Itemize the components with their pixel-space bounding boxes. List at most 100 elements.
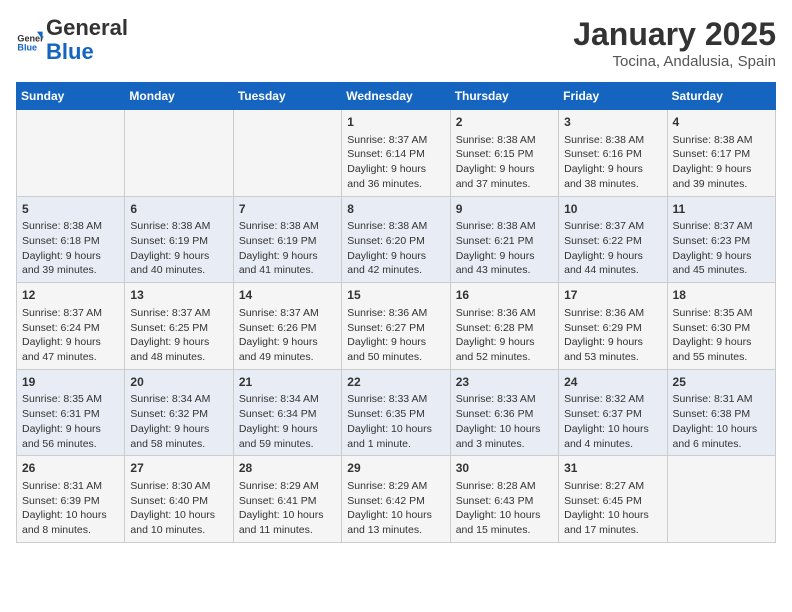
day-number: 24 [564, 374, 661, 391]
calendar-day-cell [233, 110, 341, 197]
day-number: 18 [673, 287, 770, 304]
calendar-day-cell: 20Sunrise: 8:34 AM Sunset: 6:32 PM Dayli… [125, 369, 233, 456]
day-info: Sunrise: 8:38 AM Sunset: 6:19 PM Dayligh… [130, 219, 227, 278]
day-info: Sunrise: 8:29 AM Sunset: 6:41 PM Dayligh… [239, 479, 336, 538]
day-number: 8 [347, 201, 444, 218]
calendar-day-cell: 21Sunrise: 8:34 AM Sunset: 6:34 PM Dayli… [233, 369, 341, 456]
day-number: 17 [564, 287, 661, 304]
day-number: 9 [456, 201, 553, 218]
calendar-day-cell: 22Sunrise: 8:33 AM Sunset: 6:35 PM Dayli… [342, 369, 450, 456]
logo-icon: General Blue [16, 26, 44, 54]
day-info: Sunrise: 8:28 AM Sunset: 6:43 PM Dayligh… [456, 479, 553, 538]
day-info: Sunrise: 8:37 AM Sunset: 6:26 PM Dayligh… [239, 306, 336, 365]
calendar-title: January 2025 [573, 16, 776, 53]
calendar-header: SundayMondayTuesdayWednesdayThursdayFrid… [17, 83, 776, 110]
calendar-week-row: 1 Sunrise: 8:37 AM Sunset: 6:14 PM Daylig… [17, 110, 776, 197]
day-number: 11 [673, 201, 770, 218]
day-number: 16 [456, 287, 553, 304]
calendar-day-cell: 13 Sunrise: 8:37 AM Sunset: 6:25 PM Dayli… [125, 283, 233, 370]
day-number: 13 [130, 287, 227, 304]
day-of-week-header: Saturday [667, 83, 775, 110]
day-of-week-header: Wednesday [342, 83, 450, 110]
day-number: 28 [239, 460, 336, 477]
day-number: 23 [456, 374, 553, 391]
calendar-day-cell: 4Sunrise: 8:38 AM Sunset: 6:17 PM Daylig… [667, 110, 775, 197]
calendar-day-cell [125, 110, 233, 197]
day-of-week-header: Monday [125, 83, 233, 110]
calendar-day-cell [667, 456, 775, 543]
day-number: 12 [22, 287, 119, 304]
day-info: Sunrise: 8:38 AM Sunset: 6:17 PM Dayligh… [673, 133, 770, 192]
day-of-week-header: Thursday [450, 83, 558, 110]
day-info: Sunrise: 8:37 AM Sunset: 6:14 PM Dayligh… [347, 133, 444, 192]
calendar-day-cell: 27 Sunrise: 8:30 AM Sunset: 6:40 PM Dayli… [125, 456, 233, 543]
calendar-day-cell: 10Sunrise: 8:37 AM Sunset: 6:22 PM Dayli… [559, 196, 667, 283]
day-info: Sunrise: 8:27 AM Sunset: 6:45 PM Dayligh… [564, 479, 661, 538]
day-info: Sunrise: 8:37 AM Sunset: 6:22 PM Dayligh… [564, 219, 661, 278]
day-number: 19 [22, 374, 119, 391]
calendar-day-cell: 8Sunrise: 8:38 AM Sunset: 6:20 PM Daylig… [342, 196, 450, 283]
day-number: 22 [347, 374, 444, 391]
day-info: Sunrise: 8:31 AM Sunset: 6:39 PM Dayligh… [22, 479, 119, 538]
calendar-day-cell: 5Sunrise: 8:38 AM Sunset: 6:18 PM Daylig… [17, 196, 125, 283]
day-info: Sunrise: 8:35 AM Sunset: 6:30 PM Dayligh… [673, 306, 770, 365]
logo-general-text: General [46, 15, 128, 40]
calendar-day-cell: 24Sunrise: 8:32 AM Sunset: 6:37 PM Dayli… [559, 369, 667, 456]
calendar-day-cell: 1 Sunrise: 8:37 AM Sunset: 6:14 PM Daylig… [342, 110, 450, 197]
calendar-day-cell: 6Sunrise: 8:38 AM Sunset: 6:19 PM Daylig… [125, 196, 233, 283]
day-number: 2 [456, 114, 553, 131]
title-block: January 2025 Tocina, Andalusia, Spain [573, 16, 776, 70]
page-header: General Blue General Blue January 2025 T… [16, 16, 776, 70]
day-info: Sunrise: 8:29 AM Sunset: 6:42 PM Dayligh… [347, 479, 444, 538]
day-info: Sunrise: 8:38 AM Sunset: 6:20 PM Dayligh… [347, 219, 444, 278]
day-number: 21 [239, 374, 336, 391]
day-info: Sunrise: 8:36 AM Sunset: 6:27 PM Dayligh… [347, 306, 444, 365]
calendar-body: 1 Sunrise: 8:37 AM Sunset: 6:14 PM Daylig… [17, 110, 776, 543]
day-number: 26 [22, 460, 119, 477]
calendar-table: SundayMondayTuesdayWednesdayThursdayFrid… [16, 82, 776, 543]
day-number: 31 [564, 460, 661, 477]
calendar-day-cell: 11Sunrise: 8:37 AM Sunset: 6:23 PM Dayli… [667, 196, 775, 283]
calendar-week-row: 12 Sunrise: 8:37 AM Sunset: 6:24 PM Dayli… [17, 283, 776, 370]
calendar-day-cell: 30 Sunrise: 8:28 AM Sunset: 6:43 PM Dayli… [450, 456, 558, 543]
calendar-day-cell: 14 Sunrise: 8:37 AM Sunset: 6:26 PM Dayli… [233, 283, 341, 370]
day-number: 1 [347, 114, 444, 131]
logo: General Blue General Blue [16, 16, 128, 64]
calendar-subtitle: Tocina, Andalusia, Spain [573, 53, 776, 70]
day-info: Sunrise: 8:34 AM Sunset: 6:34 PM Dayligh… [239, 392, 336, 451]
calendar-day-cell: 23Sunrise: 8:33 AM Sunset: 6:36 PM Dayli… [450, 369, 558, 456]
day-info: Sunrise: 8:37 AM Sunset: 6:23 PM Dayligh… [673, 219, 770, 278]
day-info: Sunrise: 8:36 AM Sunset: 6:29 PM Dayligh… [564, 306, 661, 365]
day-number: 6 [130, 201, 227, 218]
day-info: Sunrise: 8:38 AM Sunset: 6:21 PM Dayligh… [456, 219, 553, 278]
day-number: 7 [239, 201, 336, 218]
day-of-week-header: Friday [559, 83, 667, 110]
calendar-day-cell: 29Sunrise: 8:29 AM Sunset: 6:42 PM Dayli… [342, 456, 450, 543]
logo-blue-text: Blue [46, 39, 94, 64]
day-info: Sunrise: 8:32 AM Sunset: 6:37 PM Dayligh… [564, 392, 661, 451]
day-number: 14 [239, 287, 336, 304]
day-info: Sunrise: 8:33 AM Sunset: 6:35 PM Dayligh… [347, 392, 444, 451]
calendar-day-cell: 18 Sunrise: 8:35 AM Sunset: 6:30 PM Dayli… [667, 283, 775, 370]
day-of-week-header: Tuesday [233, 83, 341, 110]
day-number: 5 [22, 201, 119, 218]
day-number: 15 [347, 287, 444, 304]
calendar-day-cell: 19Sunrise: 8:35 AM Sunset: 6:31 PM Dayli… [17, 369, 125, 456]
day-info: Sunrise: 8:38 AM Sunset: 6:16 PM Dayligh… [564, 133, 661, 192]
calendar-day-cell: 9Sunrise: 8:38 AM Sunset: 6:21 PM Daylig… [450, 196, 558, 283]
calendar-day-cell: 31 Sunrise: 8:27 AM Sunset: 6:45 PM Dayli… [559, 456, 667, 543]
day-number: 30 [456, 460, 553, 477]
day-info: Sunrise: 8:37 AM Sunset: 6:25 PM Dayligh… [130, 306, 227, 365]
day-info: Sunrise: 8:33 AM Sunset: 6:36 PM Dayligh… [456, 392, 553, 451]
day-info: Sunrise: 8:38 AM Sunset: 6:19 PM Dayligh… [239, 219, 336, 278]
calendar-day-cell: 12 Sunrise: 8:37 AM Sunset: 6:24 PM Dayli… [17, 283, 125, 370]
calendar-day-cell: 16Sunrise: 8:36 AM Sunset: 6:28 PM Dayli… [450, 283, 558, 370]
calendar-day-cell: 25Sunrise: 8:31 AM Sunset: 6:38 PM Dayli… [667, 369, 775, 456]
calendar-day-cell: 2 Sunrise: 8:38 AM Sunset: 6:15 PM Daylig… [450, 110, 558, 197]
day-info: Sunrise: 8:37 AM Sunset: 6:24 PM Dayligh… [22, 306, 119, 365]
day-info: Sunrise: 8:38 AM Sunset: 6:15 PM Dayligh… [456, 133, 553, 192]
day-info: Sunrise: 8:30 AM Sunset: 6:40 PM Dayligh… [130, 479, 227, 538]
day-number: 27 [130, 460, 227, 477]
day-number: 20 [130, 374, 227, 391]
calendar-day-cell: 26 Sunrise: 8:31 AM Sunset: 6:39 PM Dayli… [17, 456, 125, 543]
